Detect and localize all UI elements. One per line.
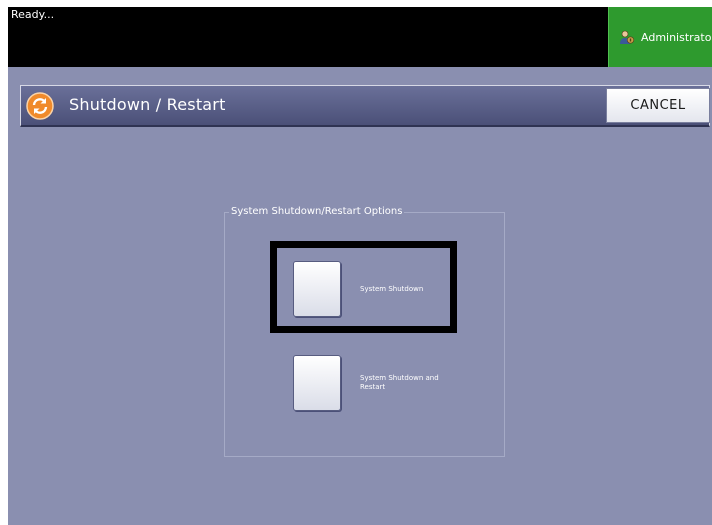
system-shutdown-label: System Shutdown (360, 284, 424, 293)
system-shutdown-button[interactable] (293, 261, 341, 317)
dialog-title-bar: Shutdown / Restart CANCEL (20, 85, 710, 127)
dialog-title: Shutdown / Restart (69, 95, 226, 114)
administrator-label: Administrator (641, 30, 712, 44)
options-group-label: System Shutdown/Restart Options (229, 206, 405, 217)
option-system-shutdown-restart[interactable]: System Shutdown and Restart (293, 355, 440, 411)
shutdown-options-group: System Shutdown/Restart Options System S… (224, 206, 505, 457)
administrator-button[interactable]: Administrator (608, 7, 712, 67)
user-admin-icon (620, 30, 635, 44)
option-system-shutdown[interactable]: System Shutdown (293, 261, 423, 317)
status-text: Ready... (11, 8, 55, 21)
system-shutdown-restart-button[interactable] (293, 355, 341, 411)
cancel-button[interactable]: CANCEL (606, 88, 710, 123)
system-shutdown-restart-label: System Shutdown and Restart (360, 374, 439, 391)
status-bar: Ready... Administrator (8, 7, 712, 67)
refresh-icon (26, 92, 54, 120)
device-screen: Ready... Administrator Shutdown / Restar… (8, 7, 712, 525)
